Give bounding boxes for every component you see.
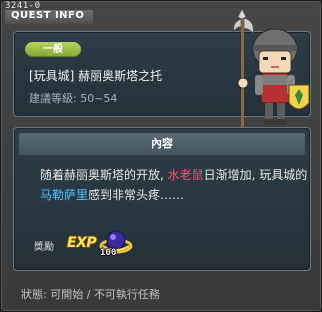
npc-name-highlight: 马勒萨里 <box>40 188 89 202</box>
content-header: 內容 <box>19 133 305 155</box>
reward-label: 獎勵 <box>34 242 54 253</box>
item-count: 100 <box>100 248 117 258</box>
description-text: 感到非常头疼…… <box>88 188 185 202</box>
window-title: QUEST INFO <box>11 10 85 21</box>
quest-title: [玩具城] 赫丽奥斯塔之托 <box>29 69 163 83</box>
description-text: 日渐增加, 玩具城的 <box>203 168 308 182</box>
recommended-level: 建議等級: 50~54 <box>29 92 118 105</box>
quest-category-badge: 一般 <box>25 42 81 57</box>
description-text: 随着赫丽奥斯塔的开放, <box>40 168 168 182</box>
quest-info-window: 3241-0 QUEST INFO 一般 [玩具城] 赫丽奥斯塔之托 建議等級:… <box>0 0 322 312</box>
npc-guard-portrait-icon <box>233 8 310 127</box>
monster-name-highlight: 水老鼠 <box>167 168 204 182</box>
quest-description: 随着赫丽奥斯塔的开放, 水老鼠日渐增加, 玩具城的马勒萨里感到非常头疼…… <box>40 165 308 205</box>
quest-status: 狀態: 可開始 / 不可執行任務 <box>21 288 160 301</box>
exp-icon: EXP <box>67 235 97 251</box>
